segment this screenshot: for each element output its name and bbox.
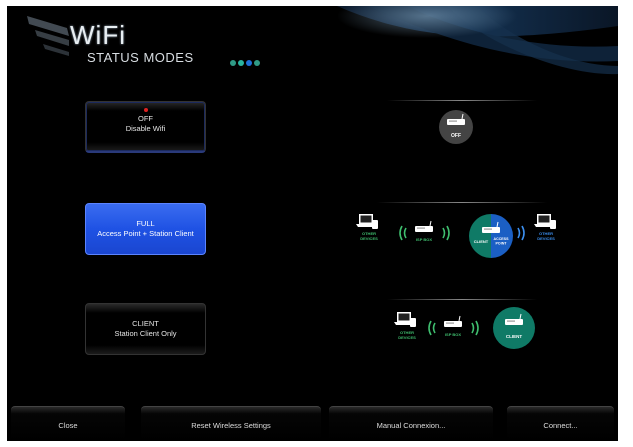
router-icon <box>414 220 434 233</box>
wifi-waves-icon <box>471 320 479 336</box>
phone-icon <box>372 220 378 229</box>
client-diagram: OTHER DEVICES ISP BOX CLIENT <box>394 307 535 349</box>
wifi-waves-icon <box>399 225 407 241</box>
client-badge <box>493 307 535 349</box>
access-point-half-badge <box>491 214 513 258</box>
wifi-screen: WiFi STATUS MODES OFF Disable Wifi FULL … <box>7 6 618 441</box>
full-client-label: CLIENT <box>474 239 489 244</box>
client-badge-label: CLIENT <box>506 334 523 339</box>
full-left-devices-label: OTHER DEVICES <box>360 231 378 241</box>
router-icon <box>443 315 463 328</box>
full-isp-label: ISP BOX <box>416 237 432 242</box>
full-diagram: OTHER DEVICES ISP BOX CLIENT ACCESS POINT … <box>356 214 556 258</box>
off-badge-label: OFF <box>451 133 461 139</box>
client-half-badge <box>469 214 491 258</box>
mode-diagrams: OFF OTHER DEVICES ISP BOX CLIENT ACCESS PO… <box>356 110 556 349</box>
reset-wireless-settings-button[interactable]: Reset Wireless Settings <box>141 406 321 441</box>
wifi-waves-icon <box>517 225 525 241</box>
connect-button[interactable]: Connect... <box>507 406 614 441</box>
off-diagram: OFF <box>439 110 473 144</box>
client-devices-label: OTHER DEVICES <box>398 330 416 340</box>
phone-icon <box>410 318 416 327</box>
close-button[interactable]: Close <box>11 406 125 441</box>
wifi-waves-icon <box>442 225 450 241</box>
phone-icon <box>550 220 556 229</box>
wifi-waves-icon <box>428 320 436 336</box>
full-right-devices-label: OTHER DEVICES <box>537 231 555 241</box>
manual-connexion-button[interactable]: Manual Connexion... <box>329 406 493 441</box>
client-isp-label: ISP BOX <box>445 332 461 337</box>
